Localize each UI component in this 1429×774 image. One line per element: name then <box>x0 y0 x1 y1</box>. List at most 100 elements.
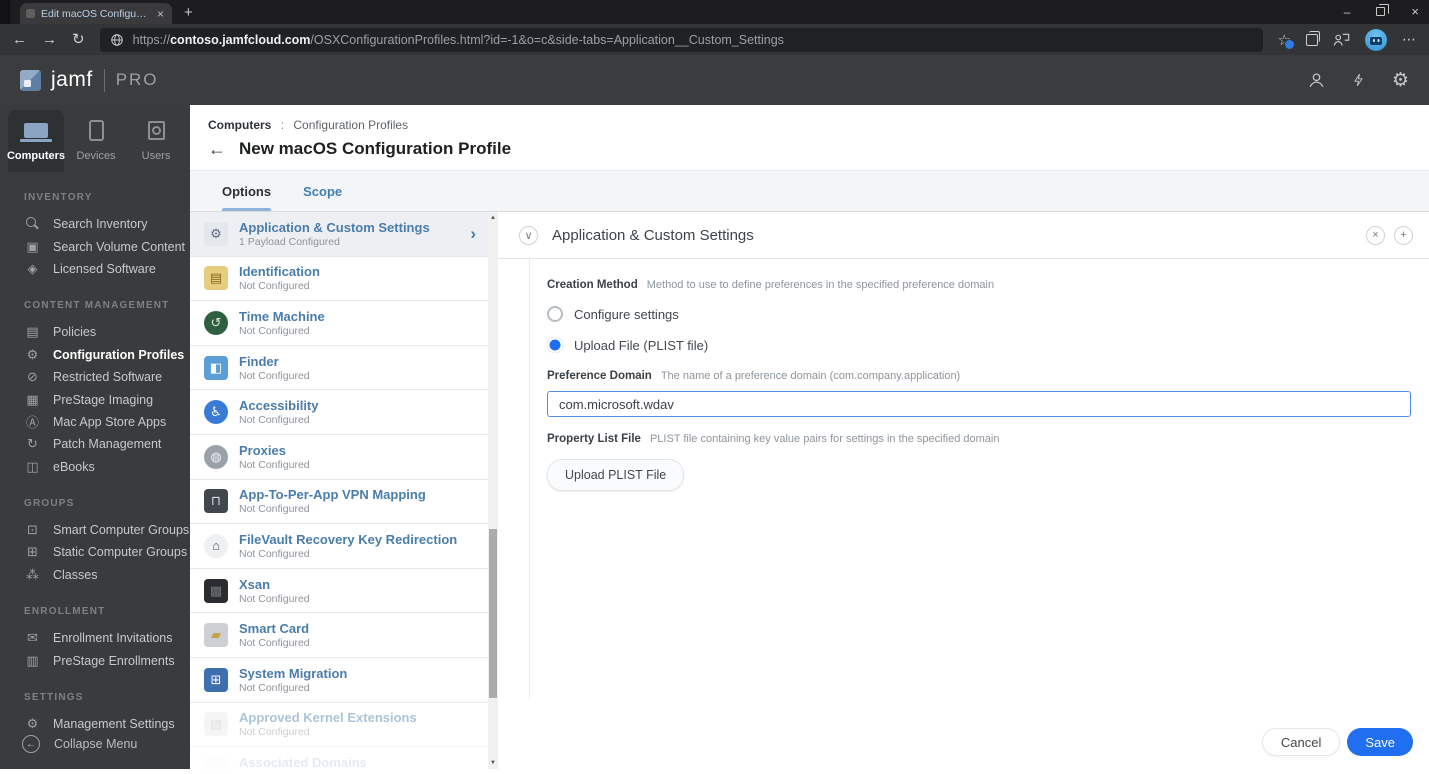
refresh-button[interactable]: ↻ <box>72 32 85 47</box>
sidebar-item-label: Classes <box>53 567 98 582</box>
payload-row[interactable]: ◒ Associated Domains Not Configured <box>190 747 488 769</box>
payload-row[interactable]: ▤ Identification Not Configured <box>190 256 488 302</box>
system-migration-icon: ⊞ <box>204 667 228 692</box>
radio-configure-settings[interactable]: Configure settings <box>547 306 1411 322</box>
payload-row[interactable]: ▰ Smart Card Not Configured <box>190 613 488 658</box>
scroll-down-arrow[interactable]: ▼ <box>488 760 498 766</box>
sidebar-item[interactable]: Ⓐ Mac App Store Apps <box>24 411 190 433</box>
payload-row[interactable]: ⚙ Application & Custom Settings 1 Payloa… <box>190 212 488 257</box>
scroll-up-arrow[interactable]: ▲ <box>488 215 498 221</box>
sidebar-item[interactable]: ✉ Enrollment Invitations <box>24 627 190 649</box>
payload-status: Not Configured <box>239 280 310 293</box>
url-text: https://contoso.jamfcloud.com/OSXConfigu… <box>132 32 784 47</box>
payload-row[interactable]: ⊓ App-To-Per-App VPN Mapping Not Configu… <box>190 479 488 525</box>
filevault-icon: ⌂ <box>204 533 228 558</box>
account-icon[interactable] <box>1307 71 1326 90</box>
upload-plist-button[interactable]: Upload PLIST File <box>547 459 685 491</box>
breadcrumb-configuration-profiles[interactable]: Configuration Profiles <box>293 118 408 132</box>
payload-row[interactable]: ◍ Proxies Not Configured <box>190 434 488 480</box>
tab-options[interactable]: Options <box>222 171 272 211</box>
new-tab-button[interactable]: + <box>184 5 193 20</box>
prestage-enrollments-icon: ▥ <box>26 652 39 668</box>
ebooks-icon: ◫ <box>26 458 39 474</box>
sidebar-item-label: Smart Computer Groups <box>53 523 190 538</box>
sidebar-item[interactable]: ▦ PreStage Imaging <box>24 388 190 410</box>
radio-upload-file[interactable]: Upload File (PLIST file) <box>547 337 1411 353</box>
window-close-button[interactable]: × <box>1411 4 1419 19</box>
sidebar-item[interactable]: ▣ Search Volume Content <box>24 235 190 257</box>
payload-row[interactable]: ◧ Finder Not Configured <box>190 345 488 391</box>
payload-label: FileVault Recovery Key Redirection <box>239 531 458 547</box>
radio-unselected-icon[interactable] <box>547 306 563 322</box>
sidebar-item[interactable]: ▥ PreStage Enrollments <box>24 649 190 671</box>
app-custom-settings-icon: ⚙ <box>204 221 228 246</box>
smart-card-icon: ▰ <box>204 623 228 648</box>
remove-payload-button[interactable]: × <box>1366 225 1385 245</box>
sidebar-tab-computers[interactable]: Computers <box>7 110 65 172</box>
payload-label: Accessibility <box>239 398 319 414</box>
scrollbar-thumb[interactable] <box>489 529 497 698</box>
payload-row[interactable]: ⌂ FileVault Recovery Key Redirection Not… <box>190 524 488 569</box>
sidebar-item[interactable]: ▤ Policies <box>24 321 190 343</box>
payload-status: Not Configured <box>239 547 310 560</box>
payload-row[interactable]: ↺ Time Machine Not Configured <box>190 301 488 346</box>
app-store-icon: Ⓐ <box>25 415 39 431</box>
restricted-software-icon: ⊘ <box>27 369 38 385</box>
collections-icon[interactable] <box>1306 30 1320 46</box>
actions-bolt-icon[interactable] <box>1352 71 1366 89</box>
xsan-icon: ▩ <box>204 578 228 603</box>
sidebar-item[interactable]: ⊡ Smart Computer Groups <box>24 519 190 541</box>
tab-scope[interactable]: Scope <box>303 171 342 211</box>
sidebar-tab-devices[interactable]: Devices <box>68 110 124 172</box>
collapse-menu-button[interactable]: ← Collapse Menu <box>22 735 137 753</box>
settings-gear-icon[interactable]: ⚙ <box>1392 71 1409 90</box>
users-icon <box>147 119 165 141</box>
identification-icon: ▤ <box>204 266 228 291</box>
sidebar-item[interactable]: ⊘ Restricted Software <box>24 366 190 388</box>
preference-domain-description: The name of a preference domain (com.com… <box>660 370 961 382</box>
forward-button[interactable]: → <box>42 32 57 47</box>
radio-selected-icon[interactable] <box>547 337 563 353</box>
feedback-person-icon[interactable] <box>1333 32 1350 47</box>
payload-scrollbar[interactable]: ▲ ▼ <box>488 212 498 769</box>
browser-address-bar: ← → ↻ https://contoso.jamfcloud.com/OSXC… <box>0 24 1429 55</box>
payload-label: App-To-Per-App VPN Mapping <box>239 487 426 503</box>
back-button[interactable]: ← <box>12 32 27 47</box>
add-payload-button[interactable]: + <box>1394 225 1413 245</box>
profile-avatar[interactable] <box>1365 28 1387 51</box>
sidebar-item[interactable]: ◫ eBooks <box>24 456 190 478</box>
cancel-button[interactable]: Cancel <box>1261 728 1341 756</box>
tab-close-icon[interactable]: × <box>155 8 166 20</box>
back-arrow-icon[interactable]: ← <box>208 140 226 158</box>
breadcrumb-computers[interactable]: Computers <box>208 118 271 132</box>
sidebar-item[interactable]: ◈ Licensed Software <box>24 258 190 280</box>
sidebar-item[interactable]: ⁂ Classes <box>24 564 190 586</box>
sidebar-item-label: eBooks <box>53 459 95 474</box>
payload-label: Xsan <box>239 576 271 592</box>
preference-domain-input[interactable] <box>547 391 1411 417</box>
payload-row[interactable]: ♿ Accessibility Not Configured <box>190 390 488 435</box>
sidebar-tab-users[interactable]: Users <box>128 110 184 172</box>
sidebar-item[interactable]: ⚙ Configuration Profiles <box>24 344 190 366</box>
window-restore-button[interactable] <box>1376 4 1390 16</box>
payload-row[interactable]: ▩ Xsan Not Configured <box>190 568 488 614</box>
preference-domain-label: Preference Domain <box>547 370 652 382</box>
panel-collapse-chevron-icon[interactable]: ∨ <box>519 225 538 245</box>
panel-title: Application & Custom Settings <box>552 226 754 244</box>
brand-name: jamf <box>51 68 93 91</box>
save-button[interactable]: Save <box>1347 728 1413 756</box>
payload-label: Smart Card <box>239 621 310 637</box>
browser-tab[interactable]: Edit macOS Configuration Profile × <box>20 3 172 24</box>
sidebar-item[interactable]: Search Inventory <box>24 213 190 235</box>
payload-label: Proxies <box>239 442 286 458</box>
payload-list: ⚙ Application & Custom Settings 1 Payloa… <box>190 212 498 769</box>
sidebar-item[interactable]: ↻ Patch Management <box>24 433 190 455</box>
favorites-star-icon[interactable]: ☆ <box>1278 31 1296 50</box>
url-bar[interactable]: https://contoso.jamfcloud.com/OSXConfigu… <box>99 27 1263 52</box>
payload-row[interactable]: ⊞ System Migration Not Configured <box>190 657 488 703</box>
sidebar-item[interactable]: ⚙ Management Settings <box>24 713 190 735</box>
browser-menu-button[interactable]: ⋯ <box>1402 31 1417 48</box>
sidebar-item[interactable]: ⊞ Static Computer Groups <box>24 541 190 563</box>
payload-row[interactable]: ▧ Approved Kernel Extensions Not Configu… <box>190 702 488 748</box>
window-minimize-button[interactable]: – <box>1344 5 1351 19</box>
